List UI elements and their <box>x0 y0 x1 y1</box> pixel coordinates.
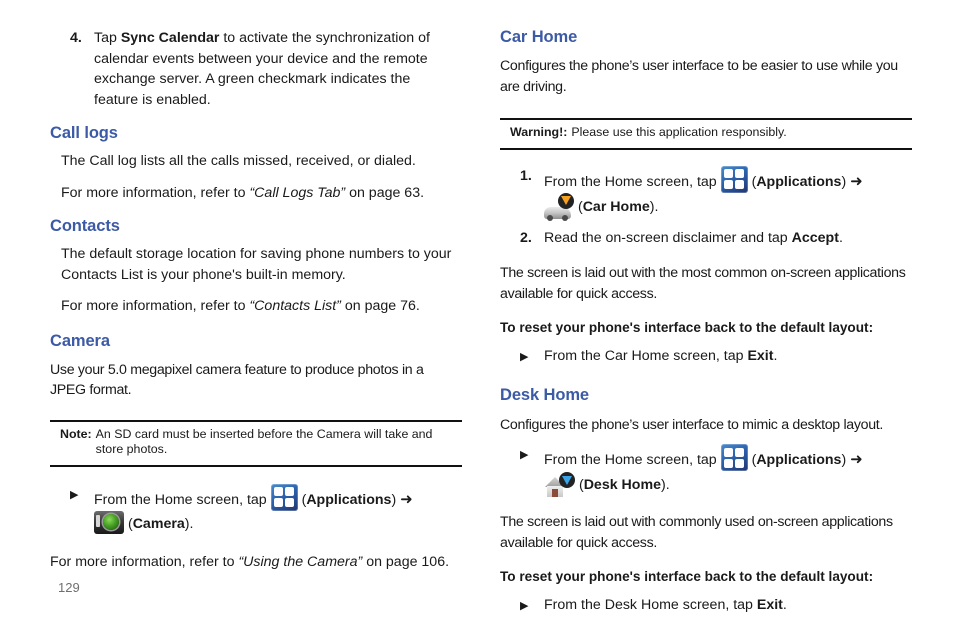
step-text-before: From the Home screen, tap <box>94 491 271 508</box>
step-number: 2. <box>520 229 532 246</box>
car-home-icon[interactable] <box>544 192 574 221</box>
step-text-before: Read the on-screen disclaimer and tap <box>544 229 792 246</box>
bullet-icon: ▶ <box>520 350 529 363</box>
arrow-right-icon: ➜ <box>850 172 863 190</box>
camera-icon[interactable] <box>94 510 124 534</box>
warning-callout: Warning!: Please use this application re… <box>500 118 912 150</box>
call-logs-body: The Call log lists all the calls missed,… <box>61 153 416 169</box>
step-text-before: From the Home screen, tap <box>544 173 721 190</box>
bullet-icon: ▶ <box>70 488 79 501</box>
page-number: 129 <box>58 580 80 595</box>
step-text: Tap Sync Calendar to activate the synchr… <box>94 28 434 110</box>
camera-label: Camera <box>132 515 185 532</box>
note-callout: Note: An SD card must be inserted before… <box>50 419 462 467</box>
arrow-right-icon: ➜ <box>850 451 863 468</box>
ref-suffix: on page 76. <box>340 298 420 314</box>
step-item: 1. From the Home screen, tap (Applicatio… <box>500 165 912 221</box>
car-home-body: Configures the phone’s user interface to… <box>500 58 898 95</box>
warning-text: Please use this application responsibly. <box>571 125 787 139</box>
arrow-right-icon: ➜ <box>400 490 413 508</box>
camera-step-text: From the Home screen, tap (Applications)… <box>94 483 462 535</box>
step-text-after: . <box>838 229 843 246</box>
desk-home-label: Desk Home <box>583 477 661 493</box>
step-item: 2. Read the on-screen disclaimer and tap… <box>500 228 912 249</box>
heading-camera: Camera <box>50 331 110 350</box>
step-item: 4. Tap Sync Calendar to activate the syn… <box>50 28 462 110</box>
car-home-label: Car Home <box>582 198 650 215</box>
step-text-before: From the Car Home screen, tap <box>544 347 748 364</box>
note-label: Note: <box>60 426 92 441</box>
heading-desk-home: Desk Home <box>500 385 589 404</box>
car-home-layout-text: The screen is laid out with the most com… <box>500 265 906 302</box>
exit-label: Exit <box>747 347 774 364</box>
heading-car-home: Car Home <box>500 28 578 46</box>
ref-title: “Call Logs Tab” <box>249 184 346 201</box>
step-text-before: From the Home screen, tap <box>544 452 721 468</box>
step-number: 1. <box>520 167 532 184</box>
desk-home-icon[interactable] <box>544 471 575 497</box>
camera-body: Use your 5.0 megapixel camera feature to… <box>50 361 424 399</box>
camera-reference: For more information, refer to “Using th… <box>50 552 462 573</box>
paren-close: ). <box>649 198 659 215</box>
desk-home-step: ▶ From the Home screen, tap (Application… <box>500 444 912 497</box>
step-text: From the Desk Home screen, tap Exit. <box>544 595 912 617</box>
step-text: From the Home screen, tap (Applications)… <box>544 444 912 497</box>
period: . <box>189 515 194 532</box>
contacts-body: The default storage location for saving … <box>61 246 452 283</box>
paren-close: ) <box>391 491 397 508</box>
step-text-before: From the Desk Home screen, tap <box>544 596 757 613</box>
paren-close: ). <box>660 477 670 493</box>
ref-prefix: For more information, refer to <box>61 184 250 201</box>
desk-home-reset-step: ▶ From the Desk Home screen, tap Exit. <box>500 595 912 617</box>
applications-icon[interactable] <box>720 165 748 193</box>
bullet-icon: ▶ <box>520 599 529 612</box>
ref-title: “Using the Camera” <box>238 554 363 570</box>
car-home-reset-step: ▶ From the Car Home screen, tap Exit. <box>500 346 912 368</box>
step-number: 4. <box>70 30 82 46</box>
car-home-reset-heading: To reset your phone's interface back to … <box>500 320 874 335</box>
paren-close: ) <box>841 173 847 190</box>
paren-close: ) <box>841 452 847 468</box>
step-text-before: Tap <box>94 30 121 46</box>
step-text-after: . <box>782 596 787 613</box>
heading-call-logs: Call logs <box>50 124 118 142</box>
ref-suffix: on page 106. <box>362 554 450 570</box>
applications-icon[interactable] <box>720 444 748 471</box>
warning-label: Warning!: <box>510 125 568 139</box>
step-text-after: . <box>773 347 778 364</box>
desk-home-layout-text: The screen is laid out with commonly use… <box>500 514 893 551</box>
bullet-icon: ▶ <box>520 449 529 461</box>
step-text: From the Home screen, tap (Applications)… <box>544 165 912 221</box>
exit-label: Exit <box>756 596 783 613</box>
ref-prefix: For more information, refer to <box>50 554 239 570</box>
ref-prefix: For more information, refer to <box>61 298 250 314</box>
desk-home-body: Configures the phone’s user interface to… <box>500 416 884 433</box>
heading-contacts: Contacts <box>50 217 120 235</box>
accept-label: Accept <box>791 229 839 246</box>
right-column: Car Home Configures the phone’s user int… <box>500 28 912 617</box>
applications-icon[interactable] <box>270 483 298 511</box>
applications-label: Applications <box>756 173 842 190</box>
step-text: From the Car Home screen, tap Exit. <box>544 346 912 368</box>
left-column: 4. Tap Sync Calendar to activate the syn… <box>50 28 462 573</box>
applications-label: Applications <box>306 491 392 508</box>
contacts-reference: For more information, refer to “Contacts… <box>50 296 462 317</box>
desk-home-reset-heading: To reset your phone's interface back to … <box>500 569 874 584</box>
note-text: An SD card must be inserted before the C… <box>95 426 433 457</box>
manual-page: 4. Tap Sync Calendar to activate the syn… <box>0 0 954 636</box>
ref-suffix: on page 63. <box>345 184 425 201</box>
call-logs-reference: For more information, refer to “Call Log… <box>50 183 462 204</box>
ref-title: “Contacts List” <box>249 298 341 314</box>
camera-step: ▶ From the Home screen, tap (Application… <box>50 483 462 535</box>
step-bold-term: Sync Calendar <box>120 30 220 46</box>
applications-label: Applications <box>756 452 842 468</box>
step-text: Read the on-screen disclaimer and tap Ac… <box>544 228 912 249</box>
